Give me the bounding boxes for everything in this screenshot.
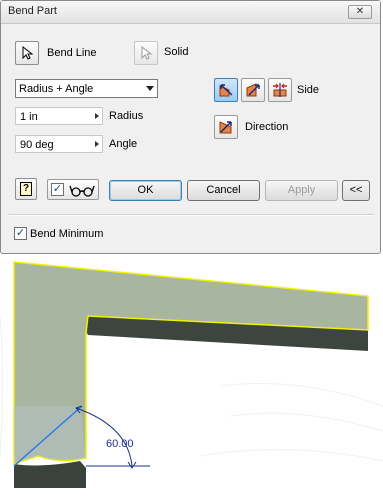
both-sides-icon [273,83,287,97]
side-button[interactable] [241,78,265,102]
radius-value: 1 in [20,111,38,123]
side-icon [246,83,260,97]
chevron-down-icon [146,86,154,91]
direction-button[interactable] [214,115,238,139]
close-button[interactable]: ✕ [348,5,372,19]
side-flip-button[interactable] [214,78,238,102]
angle-input[interactable]: 90 deg [15,135,103,153]
radius-label: Radius [109,110,144,122]
part-preview[interactable]: 60.00 [0,256,383,500]
direction-icon [219,121,232,134]
angle-label: Angle [109,138,138,150]
graphics-viewport[interactable]: 60.00 [0,256,383,500]
angle-value: 90 deg [20,139,54,151]
solid-select-button[interactable] [134,41,158,65]
select-arrow-icon [22,46,33,60]
glasses-icon [69,185,95,197]
titlebar: Bend Part ✕ [1,1,380,24]
ok-button[interactable]: OK [109,180,182,201]
apply-button[interactable]: Apply [265,180,338,201]
bend-line-label: Bend Line [47,47,97,59]
help-icon: ? [20,182,32,196]
chevron-right-icon[interactable] [95,141,99,147]
preview-checkbox[interactable]: ✓ [51,183,64,196]
help-button[interactable]: ? [15,178,37,200]
angle-dimension-text[interactable]: 60.00 [106,438,134,450]
chevron-right-icon[interactable] [95,113,99,119]
bend-minimum-checkbox[interactable]: ✓ [14,227,27,240]
cancel-button[interactable]: Cancel [187,180,260,201]
direction-label: Direction [245,121,289,133]
solid-label: Solid [164,46,189,58]
bend-part-dialog: Bend Part ✕ Bend Line Solid Radius + Ang… [0,0,381,254]
preview-toggle[interactable]: ✓ [47,179,99,200]
bottom-side-face [14,461,86,488]
side-label: Side [297,84,320,96]
bend-method-dropdown[interactable]: Radius + Angle [15,79,158,98]
both-sides-button[interactable] [268,78,292,102]
dialog-title: Bend Part [8,5,57,17]
bend-method-value: Radius + Angle [19,83,94,95]
flip-side-icon [219,84,233,97]
collapse-button[interactable]: << [342,180,370,201]
select-arrow-icon [141,46,152,60]
bend-minimum-label: Bend Minimum [30,228,104,240]
bend-line-select-button[interactable] [15,41,39,65]
radius-input[interactable]: 1 in [15,107,103,125]
separator [9,214,374,216]
